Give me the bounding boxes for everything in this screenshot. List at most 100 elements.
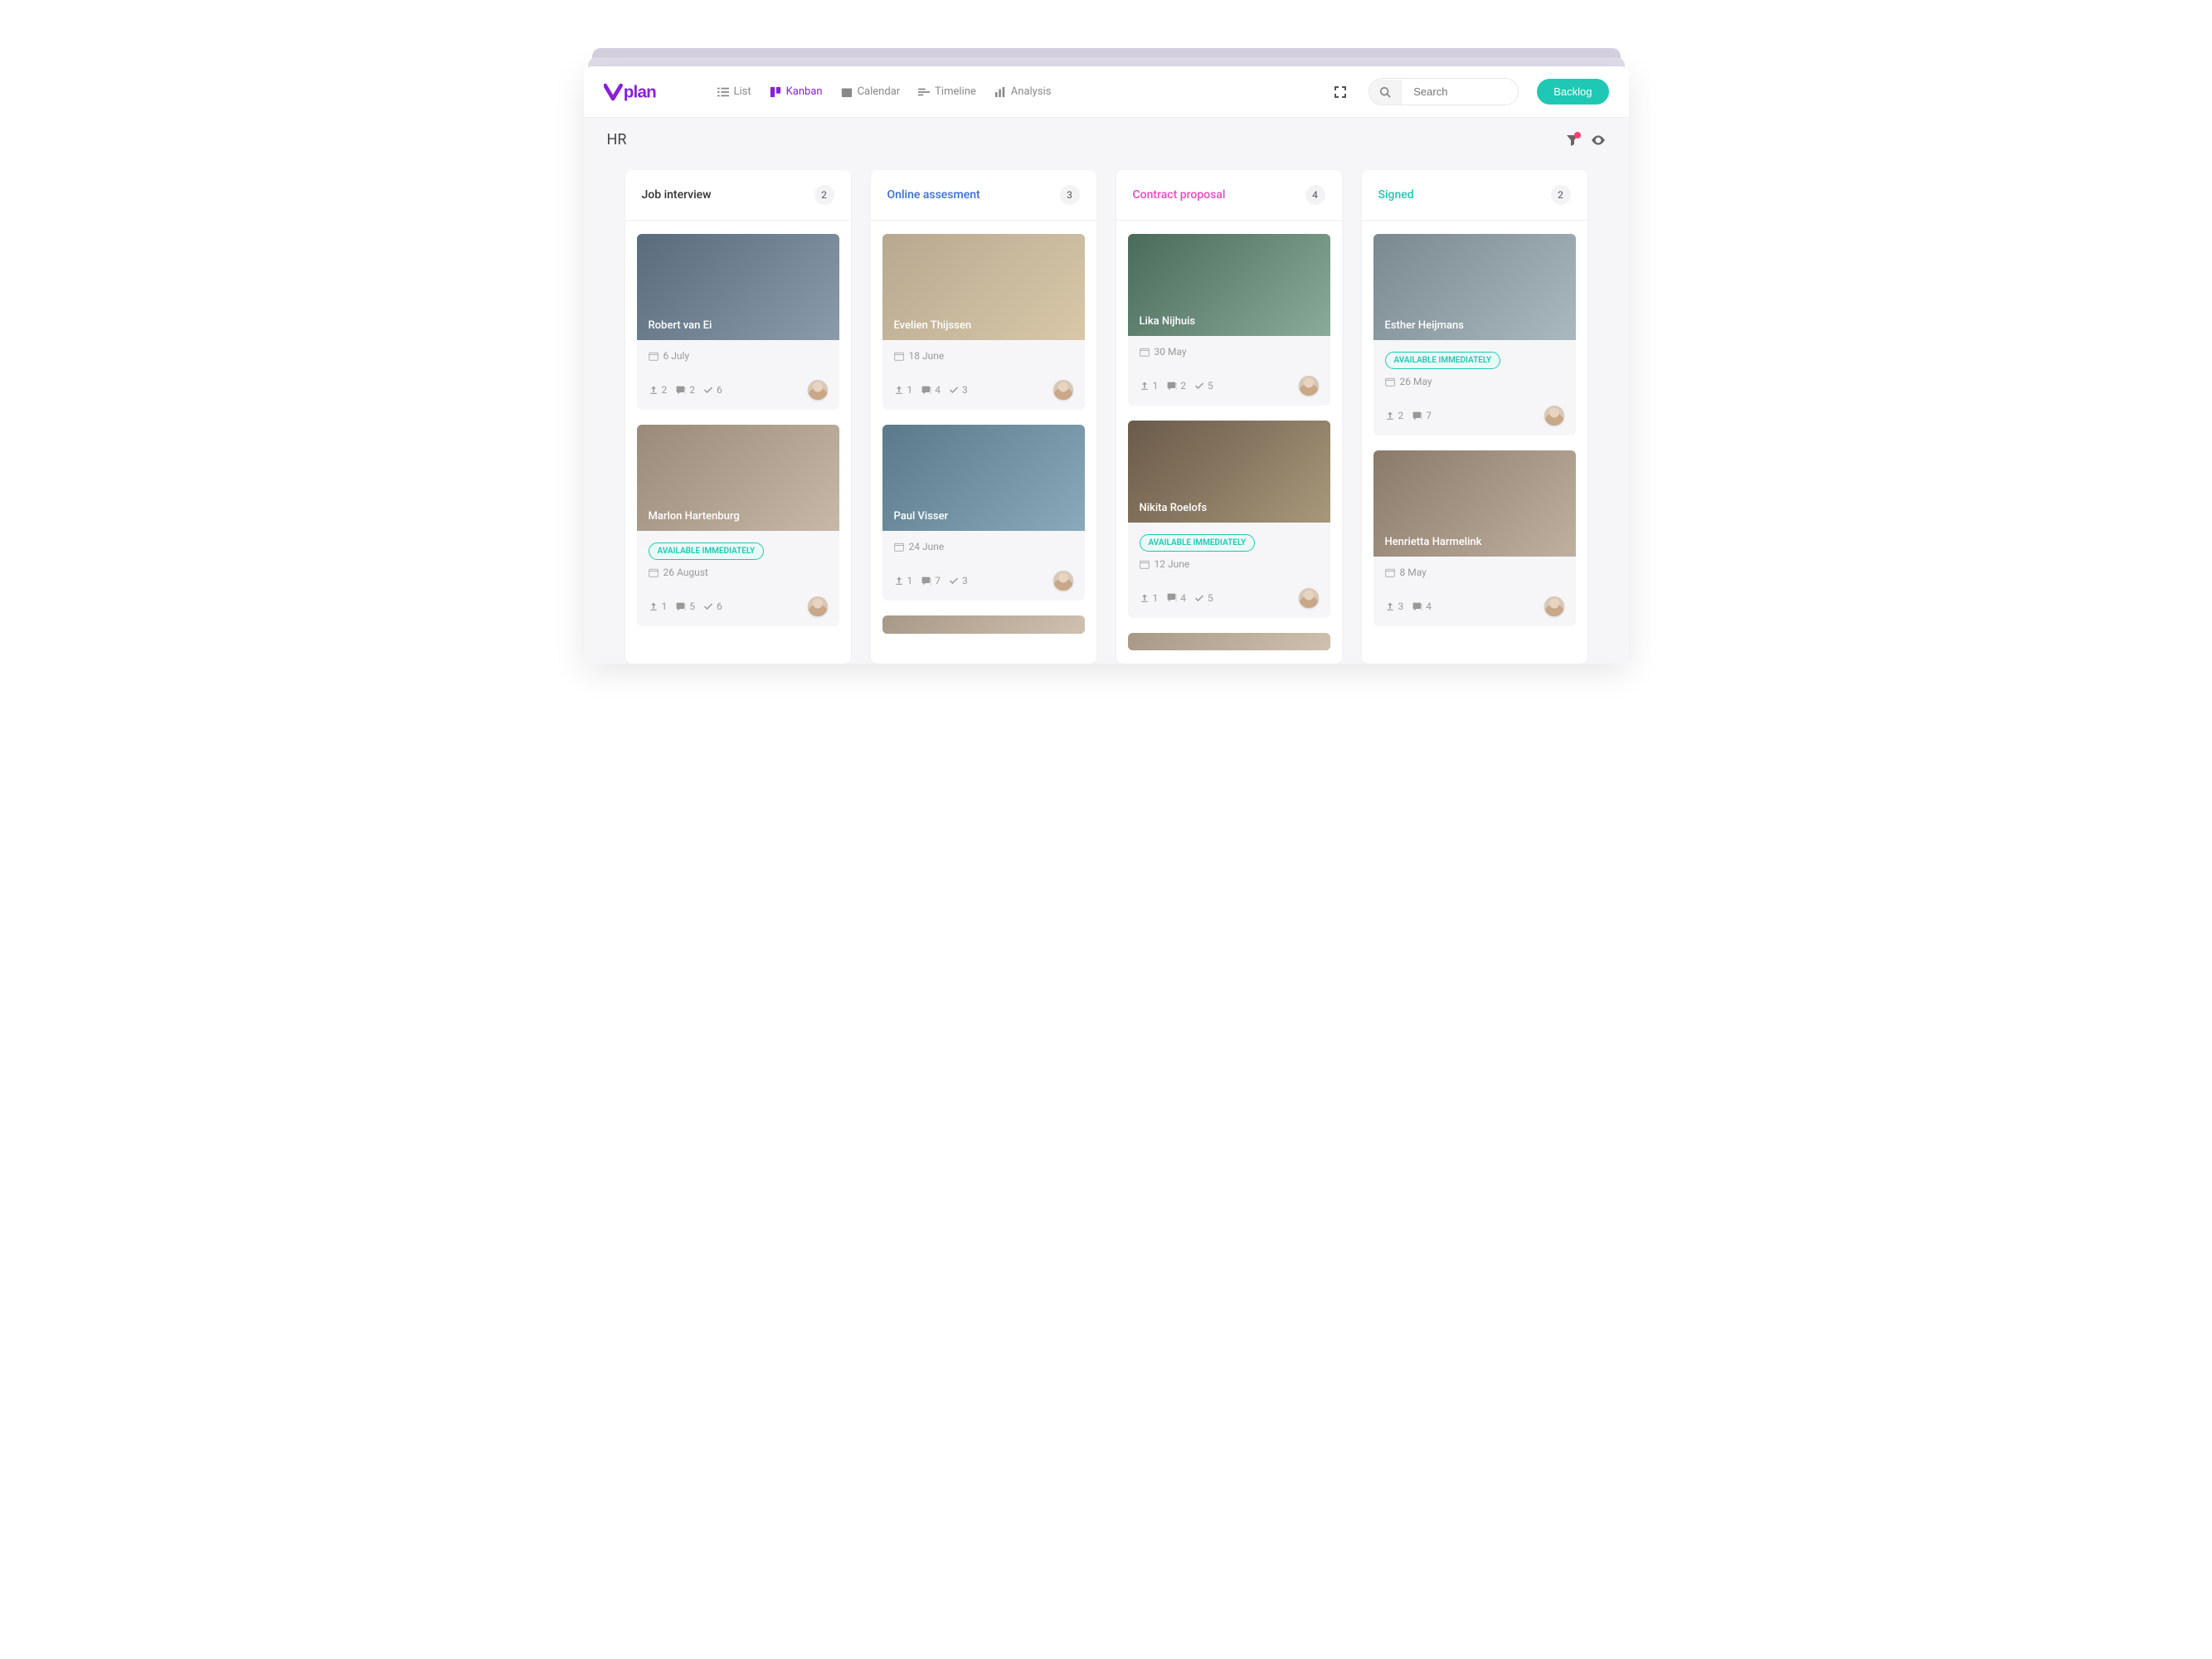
search bbox=[1369, 78, 1519, 105]
filter-button[interactable] bbox=[1566, 134, 1579, 147]
comments-stat: 7 bbox=[921, 575, 941, 586]
visibility-button[interactable] bbox=[1591, 133, 1606, 148]
kanban-board: Job interview 2 Robert van Ei 6 July 2 2… bbox=[584, 162, 1629, 664]
column-title: Job interview bbox=[642, 188, 712, 202]
candidate-photo: Paul Visser bbox=[882, 425, 1085, 531]
candidate-photo: Henrietta Harmelink bbox=[1373, 450, 1576, 557]
candidate-card[interactable] bbox=[882, 615, 1085, 634]
column-job-interview: Job interview 2 Robert van Ei 6 July 2 2… bbox=[625, 170, 851, 664]
check-icon bbox=[1194, 593, 1204, 603]
card-date: 24 June bbox=[894, 541, 1073, 552]
uploads-stat: 3 bbox=[1385, 601, 1404, 612]
comments-icon bbox=[675, 385, 686, 396]
calendar-icon bbox=[1385, 377, 1395, 387]
comments-icon bbox=[1412, 411, 1422, 421]
column-body[interactable]: Lika Nijhuis 30 May 1 2 5 Nikita Roe bbox=[1116, 221, 1342, 664]
comments-icon bbox=[1412, 601, 1422, 612]
assignee-avatar[interactable] bbox=[1053, 380, 1073, 400]
calendar-icon bbox=[894, 351, 904, 361]
candidate-card[interactable]: Lika Nijhuis 30 May 1 2 5 bbox=[1128, 234, 1330, 406]
column-count: 3 bbox=[1060, 185, 1080, 205]
checks-stat: 6 bbox=[703, 384, 722, 396]
assignee-avatar[interactable] bbox=[808, 596, 828, 616]
card-date: 26 August bbox=[649, 567, 828, 578]
column-count: 2 bbox=[814, 185, 834, 205]
candidate-card[interactable] bbox=[1128, 633, 1330, 651]
view-calendar[interactable]: Calendar bbox=[841, 85, 901, 98]
card-date: 18 June bbox=[894, 350, 1073, 362]
topbar: plan List Kanban Calendar Time bbox=[584, 66, 1629, 118]
calendar-icon bbox=[894, 542, 904, 552]
page-title: HR bbox=[607, 131, 627, 148]
assignee-avatar[interactable] bbox=[1544, 596, 1564, 616]
search-input[interactable] bbox=[1402, 79, 1518, 105]
availability-tag: AVAILABLE IMMEDIATELY bbox=[649, 542, 765, 560]
candidate-name: Marlon Hartenburg bbox=[637, 502, 751, 531]
upload-icon bbox=[1385, 411, 1395, 421]
column-body[interactable]: Robert van Ei 6 July 2 2 6 Marlon Ha bbox=[625, 221, 851, 664]
upload-icon bbox=[1140, 593, 1150, 603]
assignee-avatar[interactable] bbox=[1544, 406, 1564, 426]
list-icon bbox=[717, 86, 729, 98]
candidate-card[interactable]: Evelien Thijssen 18 June 1 4 3 bbox=[882, 234, 1085, 410]
view-label: Analysis bbox=[1011, 85, 1052, 98]
comments-stat: 2 bbox=[675, 384, 695, 396]
candidate-name: Nikita Roelofs bbox=[1128, 494, 1219, 523]
check-icon bbox=[1194, 381, 1204, 391]
comments-icon bbox=[1166, 592, 1177, 603]
column-count: 2 bbox=[1551, 185, 1571, 205]
card-date: 12 June bbox=[1140, 558, 1319, 570]
fullscreen-icon[interactable] bbox=[1330, 82, 1350, 102]
uploads-stat: 1 bbox=[894, 384, 913, 396]
upload-icon bbox=[894, 385, 904, 395]
checks-stat: 3 bbox=[949, 575, 968, 586]
candidate-card[interactable]: Henrietta Harmelink 8 May 3 4 bbox=[1373, 450, 1576, 626]
uploads-stat: 2 bbox=[1385, 410, 1404, 421]
assignee-avatar[interactable] bbox=[808, 380, 828, 400]
candidate-photo: Robert van Ei bbox=[637, 234, 839, 340]
availability-tag: AVAILABLE IMMEDIATELY bbox=[1385, 352, 1501, 369]
calendar-icon bbox=[649, 567, 659, 577]
candidate-card[interactable]: Paul Visser 24 June 1 7 3 bbox=[882, 425, 1085, 601]
comments-stat: 4 bbox=[1412, 601, 1432, 612]
backlog-button[interactable]: Backlog bbox=[1537, 79, 1608, 105]
kanban-icon bbox=[770, 86, 781, 98]
calendar-icon bbox=[649, 351, 659, 361]
assignee-avatar[interactable] bbox=[1299, 588, 1319, 608]
candidate-card[interactable]: Esther Heijmans AVAILABLE IMMEDIATELY 26… bbox=[1373, 234, 1576, 435]
column-body[interactable]: Evelien Thijssen 18 June 1 4 3 Paul bbox=[871, 221, 1096, 664]
upload-icon bbox=[1140, 381, 1150, 391]
candidate-card[interactable]: Robert van Ei 6 July 2 2 6 bbox=[637, 234, 839, 410]
search-icon[interactable] bbox=[1369, 80, 1402, 105]
assignee-avatar[interactable] bbox=[1299, 376, 1319, 396]
candidate-card[interactable]: Nikita Roelofs AVAILABLE IMMEDIATELY 12 … bbox=[1128, 421, 1330, 617]
view-analysis[interactable]: Analysis bbox=[994, 85, 1052, 98]
comments-icon bbox=[1166, 381, 1177, 392]
brand-logo: plan bbox=[604, 81, 683, 103]
candidate-name: Robert van Ei bbox=[637, 311, 724, 340]
uploads-stat: 1 bbox=[1140, 380, 1159, 392]
assignee-avatar[interactable] bbox=[1053, 571, 1073, 591]
subbar: HR bbox=[584, 118, 1629, 162]
card-date: 26 May bbox=[1385, 376, 1564, 387]
comments-icon bbox=[921, 576, 931, 586]
upload-icon bbox=[649, 385, 659, 395]
calendar-icon bbox=[1385, 567, 1395, 577]
comments-icon bbox=[675, 601, 686, 612]
view-label: Timeline bbox=[935, 85, 976, 98]
check-icon bbox=[949, 576, 959, 586]
column-body[interactable]: Esther Heijmans AVAILABLE IMMEDIATELY 26… bbox=[1362, 221, 1587, 664]
view-label: List bbox=[734, 85, 751, 98]
calendar-icon bbox=[1140, 347, 1150, 357]
upload-icon bbox=[649, 601, 659, 611]
view-timeline[interactable]: Timeline bbox=[918, 85, 976, 98]
candidate-card[interactable]: Marlon Hartenburg AVAILABLE IMMEDIATELY … bbox=[637, 425, 839, 626]
column-count: 4 bbox=[1305, 185, 1325, 205]
checks-stat: 5 bbox=[1194, 592, 1213, 604]
timeline-icon bbox=[918, 86, 930, 98]
view-kanban[interactable]: Kanban bbox=[770, 85, 823, 98]
candidate-name: Henrietta Harmelink bbox=[1373, 528, 1494, 557]
view-list[interactable]: List bbox=[717, 85, 751, 98]
view-label: Calendar bbox=[858, 85, 901, 98]
checks-stat: 3 bbox=[949, 384, 968, 396]
